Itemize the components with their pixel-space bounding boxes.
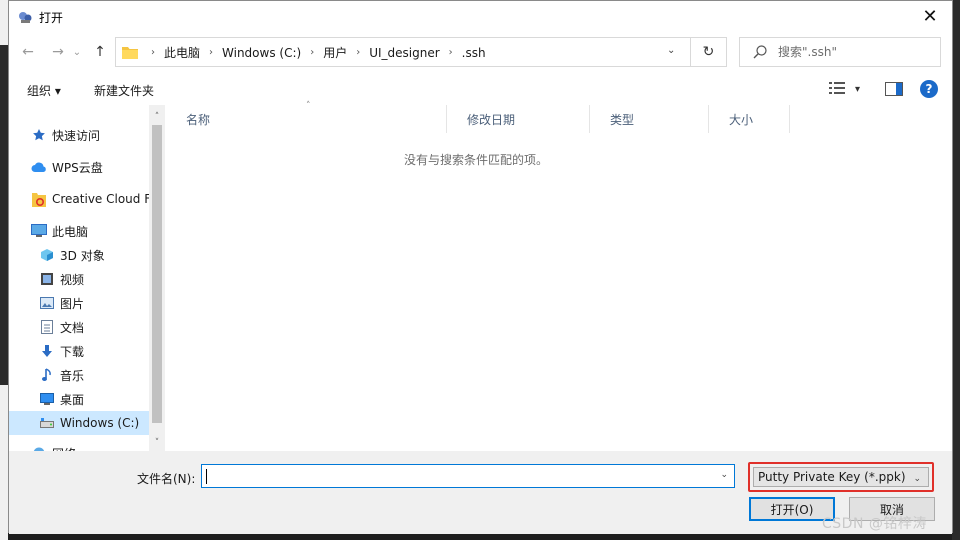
app-icon	[17, 9, 33, 25]
sidebar-item-label: WPS云盘	[52, 160, 103, 175]
sidebar-item-desktop[interactable]: 桌面	[39, 387, 165, 411]
search-box[interactable]	[739, 37, 941, 67]
sidebar-item-documents[interactable]: 文档	[39, 315, 165, 339]
change-view-button[interactable]: ▾	[829, 82, 860, 97]
empty-folder-message: 没有与搜索条件匹配的项。	[403, 153, 548, 167]
music-icon	[39, 367, 55, 383]
sidebar-item-this-pc[interactable]: 此电脑	[31, 219, 165, 243]
address-dropdown-chevron-icon[interactable]: ⌄	[667, 45, 675, 56]
file-list: ˄ 名称 修改日期 类型 大小 没有与搜索条件匹配的项。	[166, 101, 952, 451]
column-header-size[interactable]: 大小	[709, 105, 790, 133]
picture-icon	[39, 295, 55, 311]
sidebar-item-quick-access[interactable]: 快速访问	[31, 123, 165, 147]
filename-combobox[interactable]: ⌄	[201, 464, 735, 488]
breadcrumb-users[interactable]: 用户	[323, 44, 347, 61]
sidebar-scrollbar[interactable]: ˄ ˅	[149, 105, 165, 451]
search-icon	[752, 44, 768, 60]
column-header-name[interactable]: 名称	[166, 105, 447, 133]
sidebar-item-label: 快速访问	[52, 128, 101, 143]
breadcrumb-ui-designer[interactable]: UI_designer	[369, 46, 439, 60]
text-caret	[206, 469, 207, 484]
organize-menu-button[interactable]: 组织 ▾	[27, 82, 61, 99]
navigation-bar: ← → ⌄ ↑ › 此电脑 › Windows (C:) › 用户 › UI_d…	[9, 33, 952, 71]
new-folder-button[interactable]: 新建文件夹	[94, 82, 154, 99]
filetype-value: Putty Private Key (*.ppk)	[758, 470, 906, 484]
creative-cloud-icon	[31, 191, 47, 207]
star-icon	[31, 127, 47, 143]
scrollbar-thumb[interactable]	[152, 125, 162, 423]
command-toolbar: 组织 ▾ 新建文件夹 ▾ ?	[9, 73, 952, 105]
breadcrumb-separator: ›	[151, 47, 155, 58]
sidebar-item-label: 桌面	[60, 392, 85, 407]
scroll-up-icon[interactable]: ˄	[149, 109, 165, 125]
document-icon	[39, 319, 55, 335]
breadcrumb: › 此电脑 › Windows (C:) › 用户 › UI_designer …	[142, 44, 486, 61]
breadcrumb-separator: ›	[310, 47, 315, 58]
navigation-pane: 快速访问 WPS云盘 Creative Cloud Files 此电脑 3D 对…	[9, 105, 165, 451]
sidebar-item-label: 3D 对象	[60, 248, 105, 263]
background-window-right	[952, 0, 960, 540]
open-file-dialog: 打开 ✕ ← → ⌄ ↑ › 此电脑 › Windows (C:) › 用户 ›…	[8, 0, 953, 534]
address-bar[interactable]: › 此电脑 › Windows (C:) › 用户 › UI_designer …	[115, 37, 727, 67]
cloud-icon	[31, 159, 47, 175]
title-bar: 打开 ✕	[9, 1, 952, 33]
drive-icon	[39, 415, 55, 431]
close-icon[interactable]: ✕	[908, 1, 952, 31]
forward-arrow-icon[interactable]: →	[47, 41, 69, 63]
sidebar-item-network[interactable]: 网络	[31, 441, 165, 451]
breadcrumb-this-pc[interactable]: 此电脑	[164, 44, 200, 61]
filename-label: 文件名(N):	[137, 472, 196, 486]
sidebar-item-music[interactable]: 音乐	[39, 363, 165, 387]
breadcrumb-separator: ›	[448, 47, 453, 58]
filetype-highlight: Putty Private Key (*.ppk) ⌄	[748, 462, 934, 492]
breadcrumb-windows-c[interactable]: Windows (C:)	[222, 46, 301, 60]
watermark-text: CSDN @铭梓涛	[822, 516, 927, 532]
folder-icon	[122, 45, 138, 59]
sidebar-item-windows-c[interactable]: Windows (C:)	[9, 411, 149, 435]
video-icon	[39, 271, 55, 287]
filetype-select[interactable]: Putty Private Key (*.ppk) ⌄	[753, 467, 929, 487]
sidebar-item-downloads[interactable]: 下载	[39, 339, 165, 363]
sidebar-item-label: 音乐	[60, 368, 85, 383]
view-dropdown-icon: ▾	[855, 84, 861, 95]
window-title: 打开	[39, 11, 64, 25]
sidebar-item-pictures[interactable]: 图片	[39, 291, 165, 315]
sidebar-item-label: 文档	[60, 320, 85, 335]
breadcrumb-separator: ›	[356, 47, 361, 58]
sidebar-item-label: 下载	[60, 344, 85, 359]
background-window-left	[0, 0, 8, 540]
column-header-date-modified[interactable]: 修改日期	[447, 105, 590, 133]
filetype-dropdown-chevron-icon: ⌄	[913, 474, 921, 484]
download-icon	[39, 343, 55, 359]
refresh-icon[interactable]: ↻	[690, 38, 726, 66]
details-view-icon	[829, 82, 845, 97]
breadcrumb-ssh[interactable]: .ssh	[462, 46, 486, 60]
cube-icon	[39, 247, 55, 263]
sidebar-item-videos[interactable]: 视频	[39, 267, 165, 291]
sidebar-item-label: Windows (C:)	[60, 416, 140, 430]
filename-dropdown-chevron-icon[interactable]: ⌄	[720, 470, 728, 480]
scroll-down-icon[interactable]: ˅	[149, 435, 165, 451]
sidebar-item-label: 图片	[60, 296, 85, 311]
recent-locations-chevron-icon[interactable]: ⌄	[71, 41, 83, 63]
sidebar-item-3d-objects[interactable]: 3D 对象	[39, 243, 165, 267]
back-arrow-icon[interactable]: ←	[17, 41, 39, 63]
sidebar-item-wps-cloud[interactable]: WPS云盘	[31, 155, 165, 179]
preview-pane-icon[interactable]	[885, 82, 903, 96]
sidebar-item-label: 此电脑	[52, 224, 89, 239]
computer-icon	[31, 223, 47, 239]
sidebar-item-label: 视频	[60, 272, 85, 287]
sidebar-item-creative-cloud[interactable]: Creative Cloud Files	[31, 187, 165, 211]
up-arrow-icon[interactable]: ↑	[89, 41, 111, 63]
help-icon[interactable]: ?	[920, 80, 938, 98]
column-header-type[interactable]: 类型	[590, 105, 709, 133]
breadcrumb-separator: ›	[209, 47, 214, 58]
dialog-footer: 文件名(N): ⌄ Putty Private Key (*.ppk) ⌄ 打开…	[9, 451, 952, 534]
search-input[interactable]	[778, 43, 933, 61]
desktop-icon	[39, 391, 55, 407]
